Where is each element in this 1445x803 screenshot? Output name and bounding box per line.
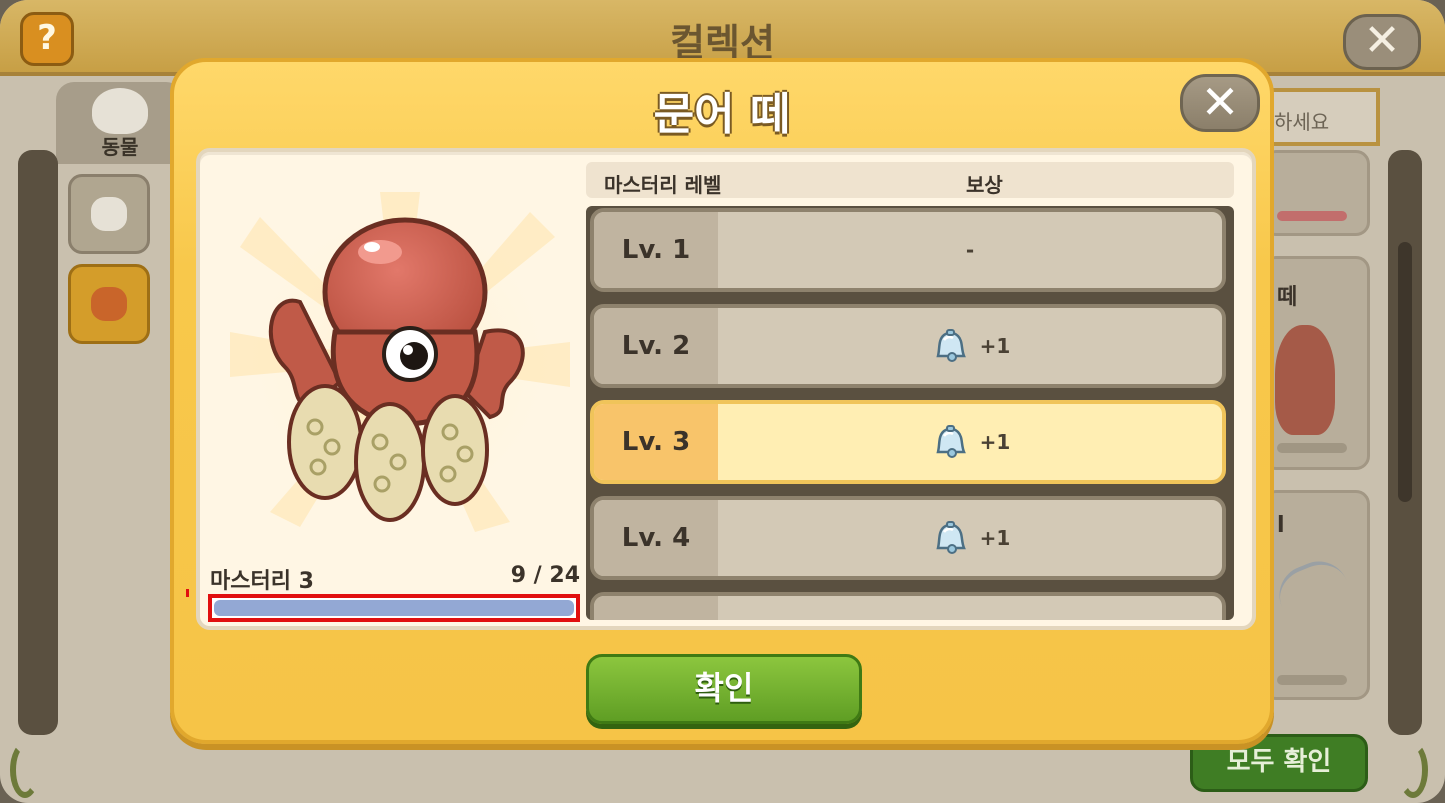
row-reward: +1 (718, 404, 1222, 480)
row-level: Lv. 4 (594, 500, 718, 576)
card-name: 떼 (1277, 285, 1298, 310)
header-mastery-level: 마스터리 레벨 (604, 173, 722, 197)
row-reward: +1 (718, 500, 1222, 576)
mastery-modal: 문어 떼 ✕ 마스터리 3 9 / 24 마스터리 레벨 보상 Lv. 1 - … (170, 58, 1274, 744)
card-progress-bar (1277, 675, 1347, 685)
laurel-icon (10, 742, 40, 798)
collection-card-octopus[interactable]: 떼 (1262, 256, 1370, 470)
mastery-row-lv4: Lv. 4 +1 (590, 496, 1226, 580)
mastery-progress-bar (208, 594, 580, 622)
row-level: Lv. 2 (594, 308, 718, 384)
category-fish-button[interactable] (68, 264, 150, 344)
bell-icon (930, 326, 970, 366)
laurel-icon (1398, 742, 1428, 798)
mastery-row-lv3: Lv. 3 +1 (590, 400, 1226, 484)
mastery-row-lv2: Lv. 2 +1 (590, 304, 1226, 388)
mastery-table[interactable]: Lv. 1 - Lv. 2 +1 Lv. 3 +1 Lv. 4 +1 (586, 206, 1234, 620)
chef-hat-icon (91, 197, 127, 231)
card-progress-bar (1277, 211, 1347, 221)
mastery-table-header: 마스터리 레벨 보상 (586, 162, 1234, 198)
mastery-row-lv1: Lv. 1 - (590, 208, 1226, 292)
row-level: Lv. 1 (594, 212, 718, 288)
card-progress-bar (1277, 443, 1347, 453)
mastery-progress-count: 9 / 24 (510, 563, 580, 588)
scrollbar-thumb[interactable] (1398, 242, 1412, 502)
reward-value: +1 (979, 526, 1011, 550)
octopus-icon (230, 192, 570, 532)
confirm-button[interactable]: 확인 (586, 654, 862, 724)
highlight-marker (186, 589, 189, 597)
bell-icon (930, 422, 970, 462)
reward-value: +1 (979, 334, 1011, 358)
collection-scrollbar[interactable] (1388, 150, 1422, 735)
modal-title: 문어 떼 (653, 89, 791, 140)
shark-icon (1270, 552, 1362, 644)
tab-animal[interactable]: 동물 (56, 82, 184, 164)
mastery-level-label: 마스터리 3 (210, 569, 314, 594)
modal-close-button[interactable]: ✕ (1180, 74, 1260, 132)
octopus-icon (1275, 325, 1335, 435)
tab-animal-label: 동물 (101, 135, 139, 159)
header-reward: 보상 (966, 173, 1003, 197)
mastery-row-lv5-partial (590, 592, 1226, 620)
modal-content-panel: 마스터리 3 9 / 24 마스터리 레벨 보상 Lv. 1 - Lv. 2 +… (186, 148, 1256, 630)
sidebar-scroll[interactable] (18, 150, 58, 735)
row-level (594, 596, 718, 620)
row-level: Lv. 3 (594, 404, 718, 480)
fish-icon (91, 287, 127, 321)
collection-card-shark[interactable]: l (1262, 490, 1370, 700)
card-name: l (1277, 513, 1285, 538)
reward-value: +1 (979, 430, 1011, 454)
mastery-progress-fill (214, 600, 574, 616)
category-chef-button[interactable] (68, 174, 150, 254)
collection-card[interactable] (1262, 150, 1370, 236)
cloud-icon (92, 88, 148, 134)
row-reward: +1 (718, 308, 1222, 384)
help-button[interactable]: ? (20, 12, 74, 66)
bell-icon (930, 518, 970, 558)
collection-close-button[interactable]: ✕ (1343, 14, 1421, 70)
search-input[interactable]: 하세요 (1262, 88, 1380, 146)
reward-value: - (965, 238, 975, 262)
row-reward: - (718, 212, 1222, 288)
